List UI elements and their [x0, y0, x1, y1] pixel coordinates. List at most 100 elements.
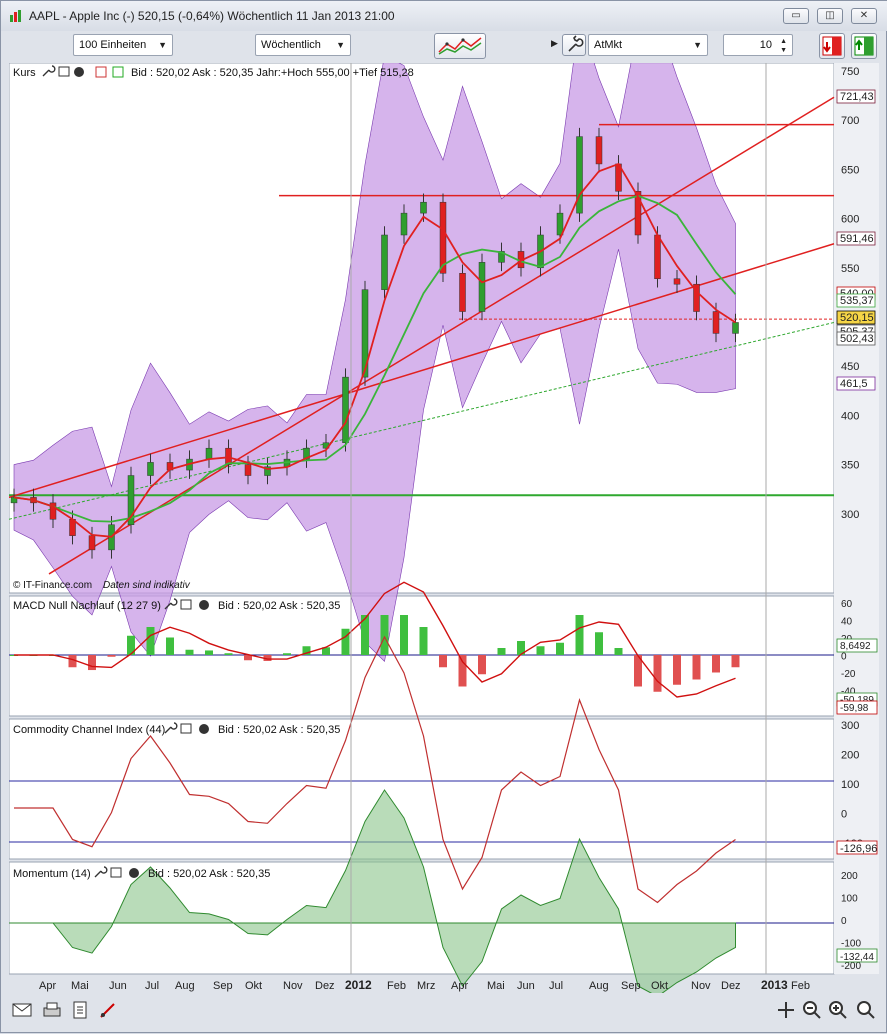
order-type-value: AtMkt [594, 39, 623, 51]
window-icon[interactable] [110, 867, 122, 878]
window-icon[interactable] [180, 723, 192, 734]
macd-histogram-bar [673, 655, 681, 685]
price-tick-label: 350 [841, 460, 859, 472]
order-type-select[interactable]: AtMkt ▼ [588, 34, 708, 56]
macd-histogram-bar [536, 646, 545, 655]
momentum-tick-label: 100 [841, 894, 858, 905]
page-icon[interactable] [69, 999, 91, 1021]
chevron-down-icon: ▼ [693, 40, 702, 50]
cci-tick-label: 300 [841, 720, 859, 732]
price-panel-info: Bid : 520,02 Ask : 520,35 Jahr:+Hoch 555… [131, 67, 414, 79]
buy-button[interactable] [851, 33, 877, 59]
quantity-stepper[interactable]: 10 ▲ ▼ [723, 34, 793, 56]
quantity-value: 10 [759, 39, 772, 51]
candle-body [459, 273, 466, 312]
macd-histogram-bar [614, 648, 623, 655]
minimize-button[interactable]: ▭ [783, 8, 809, 24]
candle-body [595, 136, 603, 165]
macd-badge: -59,98 [836, 700, 878, 715]
candle-body [147, 462, 154, 476]
x-axis-label: 2012 [345, 978, 372, 992]
close-icon[interactable] [129, 868, 139, 878]
price-badge-label: 502,43 [840, 333, 874, 345]
watermark-note: Daten sind indikativ [103, 580, 191, 591]
macd-histogram-bar [595, 632, 603, 655]
restore-button[interactable]: ◫ [817, 8, 843, 24]
candle-body [225, 447, 232, 465]
macd-histogram-bar [205, 650, 213, 655]
candle-body [712, 311, 720, 334]
spin-arrows-icon[interactable]: ▲ ▼ [780, 37, 787, 55]
wrench-button[interactable] [562, 34, 586, 56]
macd-histogram-bar [458, 655, 467, 687]
watermark-brand: © IT-Finance.com [13, 580, 92, 591]
window-icon[interactable] [58, 66, 70, 77]
price-tick-label: 550 [841, 263, 859, 275]
candle-body [244, 464, 252, 476]
x-axis-label: Jul [145, 980, 159, 992]
search-icon[interactable] [855, 999, 877, 1021]
macd-panel-info: Bid : 520,02 Ask : 520,35 [218, 600, 340, 612]
buy-icon[interactable] [112, 66, 124, 78]
status-bar [1, 995, 887, 1034]
price-tick-label: 400 [841, 410, 859, 422]
x-axis-label: Mai [71, 980, 89, 992]
close-button[interactable]: ✕ [851, 8, 877, 24]
x-axis-label: Aug [175, 980, 195, 992]
x-axis-label: Okt [651, 980, 668, 992]
period-select[interactable]: Wöchentlich ▼ [255, 34, 351, 56]
momentum-panel-info: Bid : 520,02 Ask : 520,35 [148, 868, 270, 880]
x-axis-label: Jun [109, 980, 127, 992]
price-badge: 535,37 [836, 293, 876, 308]
sell-button[interactable] [819, 33, 845, 59]
sell-icon[interactable] [95, 66, 107, 78]
macd-histogram-bar [712, 655, 720, 673]
chart-area[interactable]: Kurs Bid : 520,02 Ask : 520,35 Jahr:+Hoc… [9, 63, 879, 993]
macd-tick-label: 0 [841, 652, 847, 663]
macd-histogram-bar [146, 627, 155, 655]
zoom-out-icon[interactable] [801, 999, 823, 1021]
x-axis-label: Nov [691, 980, 711, 992]
price-badge: 502,43 [836, 331, 876, 346]
play-arrow-icon[interactable]: ▶ [551, 39, 558, 49]
candle-body [205, 447, 213, 460]
cci-tick-label: 0 [841, 809, 847, 821]
window-icon[interactable] [180, 599, 192, 610]
window-title: AAPL - Apple Inc (-) 520,15 (-0,64%) Wöc… [29, 9, 395, 23]
sell-arrow-icon [822, 36, 842, 56]
x-axis-label: Sep [213, 980, 233, 992]
macd-histogram-bar [341, 628, 350, 655]
candle-body [478, 262, 486, 312]
price-badge-label: 591,46 [840, 233, 874, 245]
price-badge: 461,5 [836, 376, 876, 391]
indicator-wizard-button[interactable] [434, 33, 486, 59]
mail-icon[interactable] [11, 999, 33, 1021]
x-axis-label: Aug [589, 980, 609, 992]
close-icon[interactable] [199, 724, 209, 734]
macd-tick-label: -20 [841, 669, 856, 680]
close-icon[interactable] [74, 67, 84, 77]
macd-histogram-bar [556, 642, 564, 655]
macd-histogram-bar [478, 655, 486, 675]
zoom-in-icon[interactable] [827, 999, 849, 1021]
close-icon[interactable] [199, 600, 209, 610]
macd-tick-label: 60 [841, 599, 853, 610]
price-panel-label: Kurs [13, 67, 36, 79]
momentum-tick-label: 0 [841, 916, 847, 927]
price-badge: 591,46 [836, 231, 876, 246]
macd-panel-label: MACD Null Nachlauf (12 27 9) [13, 600, 161, 612]
macd-histogram-bar [224, 653, 233, 655]
momentum-panel-label: Momentum (14) [13, 868, 91, 880]
price-badge-label: 535,37 [840, 295, 874, 307]
price-badge-label: 520,15 [840, 312, 874, 324]
cci-panel[interactable] [9, 718, 835, 860]
x-axis-label: Feb [387, 980, 406, 992]
macd-histogram-bar [107, 655, 116, 657]
draw-tool-icon[interactable] [97, 999, 119, 1021]
print-icon[interactable] [41, 999, 63, 1021]
chevron-down-icon: ▼ [158, 40, 167, 50]
units-select[interactable]: 100 Einheiten ▼ [73, 34, 173, 56]
wrench-icon [568, 35, 584, 52]
pan-icon[interactable] [775, 999, 797, 1021]
macd-histogram-bar [88, 655, 96, 671]
